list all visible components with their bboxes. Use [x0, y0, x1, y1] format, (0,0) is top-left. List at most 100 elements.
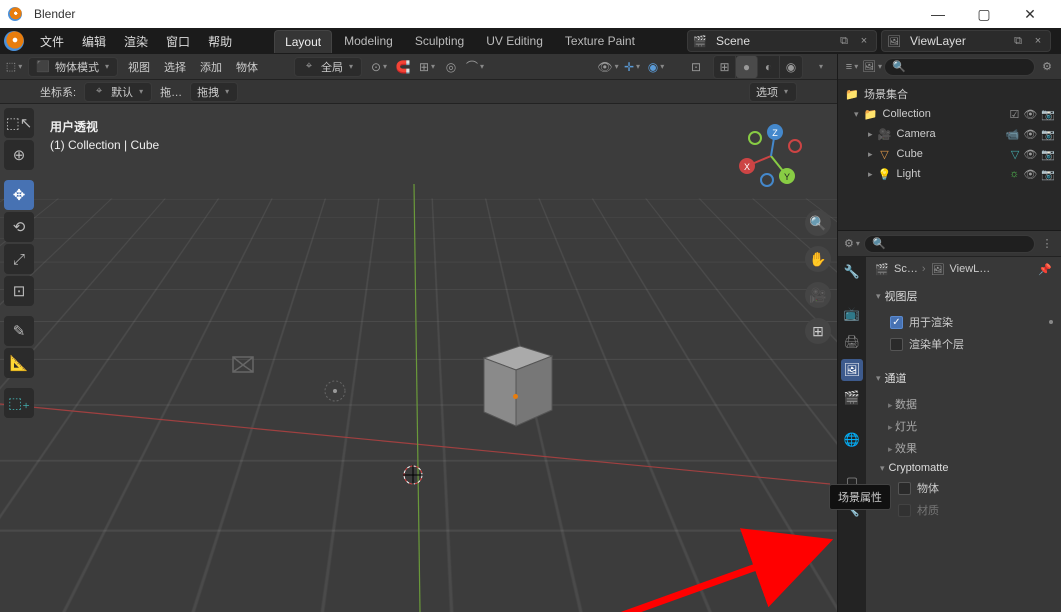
tab-layout[interactable]: Layout [274, 30, 332, 53]
vp-menu-view[interactable]: 视图 [124, 59, 154, 75]
obj-visibility-icon[interactable]: 👁▾ [597, 56, 619, 78]
tool-select-box[interactable]: ⬚↖ [4, 108, 34, 138]
viewlayer-selector[interactable]: 🖼 ⧉ × [881, 30, 1051, 52]
tool-measure[interactable]: 📐 [4, 348, 34, 378]
tree-scene-collection[interactable]: 📁 场景集合 [840, 84, 1059, 104]
sub-effects[interactable]: 效果 [880, 437, 1053, 459]
browse-viewlayer-icon[interactable]: ⧉ [1010, 33, 1026, 49]
checkbox-off-icon[interactable] [898, 504, 911, 517]
menu-render[interactable]: 渲染 [116, 29, 156, 54]
shading-matprev-icon[interactable]: ◐ [758, 56, 780, 78]
eye-icon[interactable]: 👁 [1023, 128, 1037, 141]
close-button[interactable]: ✕ [1007, 0, 1053, 28]
tool-add-cube[interactable]: ⬚₊ [4, 388, 34, 418]
checkbox-off-icon[interactable] [898, 482, 911, 495]
menu-window[interactable]: 窗口 [158, 29, 198, 54]
tab-sculpting[interactable]: Sculpting [405, 30, 474, 52]
ptab-viewlayer[interactable]: 🖼 [841, 359, 863, 381]
eye-icon[interactable]: 👁 [1023, 168, 1037, 181]
viewlayer-name-input[interactable] [906, 32, 1006, 50]
eye-icon[interactable]: 👁 [1023, 108, 1037, 121]
snap-type-icon[interactable]: ⊞▾ [416, 56, 438, 78]
outliner-filter-icon[interactable]: ⚙ [1039, 59, 1055, 75]
zoom-button[interactable]: 🔍 [805, 210, 831, 236]
tool-cursor[interactable]: ⊕ [4, 140, 34, 170]
viewport-3d[interactable]: ⬚↖ ⊕ ✥ ⟲ ⤢ ⊡ ✎ 📐 ⬚₊ 用户透视 (1) Collectio [0, 104, 837, 612]
ptab-scene[interactable]: 🎬 [841, 387, 863, 409]
shading-options-icon[interactable]: ▾ [809, 56, 831, 78]
tree-collection[interactable]: ▾ 📁 Collection ☑ 👁 📷 [840, 104, 1059, 124]
crypto-object-row[interactable]: 物体 [880, 477, 1053, 499]
coord-orient-dropdown[interactable]: ⌖ 默认 ▾ [84, 82, 152, 102]
bc-scene-label[interactable]: Sc… [894, 263, 918, 275]
close-viewlayer-icon[interactable]: × [1030, 33, 1046, 49]
ptab-tool[interactable]: 🔧 [841, 261, 863, 283]
pivot-icon[interactable]: ⊙▾ [368, 56, 390, 78]
orientation-dropdown[interactable]: ⌖ 全局 ▾ [294, 57, 362, 77]
options-dropdown[interactable]: 选项 ▾ [749, 82, 797, 102]
camera-view-button[interactable]: 🎥 [805, 282, 831, 308]
snap-toggle-icon[interactable]: 🧲 [392, 56, 414, 78]
scene-selector[interactable]: 🎬 ⧉ × [687, 30, 877, 52]
vp-menu-add[interactable]: 添加 [196, 59, 226, 75]
persp-ortho-button[interactable]: ⊞ [805, 318, 831, 344]
render-icon[interactable]: 📷 [1041, 128, 1055, 141]
treezwyc-item-cube[interactable]: ▸ ▽ Cube ▽ 👁 📷 [840, 144, 1059, 164]
shading-solid-icon[interactable]: ● [736, 56, 758, 78]
proportional-icon[interactable]: ◎ [440, 56, 462, 78]
tool-transform[interactable]: ⊡ [4, 276, 34, 306]
proportional-type-icon[interactable]: ⌒▾ [464, 56, 486, 78]
crypto-material-row[interactable]: 材质 [880, 499, 1053, 521]
ptab-world[interactable]: 🌐 [841, 429, 863, 451]
ptab-modifier[interactable]: 🔧 [841, 499, 863, 521]
sub-data[interactable]: 数据 [880, 393, 1053, 415]
tool-rotate[interactable]: ⟲ [4, 212, 34, 242]
scene-name-input[interactable] [712, 32, 832, 50]
collection-check-icon[interactable]: ☑ [1009, 108, 1019, 121]
menu-help[interactable]: 帮助 [200, 29, 240, 54]
vp-menu-object[interactable]: 物体 [232, 59, 262, 75]
overlays-toggle-icon[interactable]: ◉▾ [645, 56, 667, 78]
ptab-object[interactable]: ▢ [841, 471, 863, 493]
nav-gizmo[interactable]: X Y Z [735, 120, 807, 192]
render-single-row[interactable]: 渲染单个层 [890, 333, 1053, 355]
render-icon[interactable]: 📷 [1041, 108, 1055, 121]
editor-type-icon[interactable]: ⬚▾ [6, 59, 22, 75]
pin-icon[interactable]: 📌 [1037, 261, 1053, 277]
properties-search[interactable]: 🔍 [864, 235, 1035, 253]
pan-button[interactable]: ✋ [805, 246, 831, 272]
drag-dropdown[interactable]: 拖拽 ▾ [190, 82, 238, 102]
cube-object[interactable] [472, 336, 562, 436]
camera-object[interactable] [228, 352, 258, 381]
ptab-output[interactable]: 🖨 [841, 331, 863, 353]
light-data-icon[interactable]: ☼ [1009, 168, 1019, 181]
tool-scale[interactable]: ⤢ [4, 244, 34, 274]
bc-viewlayer-label[interactable]: ViewL… [950, 263, 991, 275]
maximize-button[interactable]: ▢ [961, 0, 1007, 28]
outliner-display-icon[interactable]: 🖼▾ [864, 59, 880, 75]
checkbox-off-icon[interactable] [890, 338, 903, 351]
close-scene-icon[interactable]: × [856, 33, 872, 49]
sec-cryptomatte-header[interactable]: Cryptomatte [880, 459, 1053, 477]
shading-rendered-icon[interactable]: ◉ [780, 56, 802, 78]
outliner-editor-icon[interactable]: ≡▾ [844, 59, 860, 75]
render-icon[interactable]: 📷 [1041, 168, 1055, 181]
shading-wireframe-icon[interactable]: ⊞ [714, 56, 736, 78]
tab-modeling[interactable]: Modeling [334, 30, 403, 52]
tree-item-light[interactable]: ▸ 💡 Light ☼ 👁 📷 [840, 164, 1059, 184]
menu-edit[interactable]: 编辑 [74, 29, 114, 54]
tool-move[interactable]: ✥ [4, 180, 34, 210]
props-options-icon[interactable]: ⋮ [1039, 236, 1055, 252]
minimize-button[interactable]: — [915, 0, 961, 28]
tree-item-camera[interactable]: ▸ 🎥 Camera 📹 👁 📷 [840, 124, 1059, 144]
tab-uv-editing[interactable]: UV Editing [476, 30, 553, 52]
outliner-tree[interactable]: 📁 场景集合 ▾ 📁 Collection ☑ 👁 📷 [838, 80, 1061, 230]
light-object[interactable] [320, 376, 350, 409]
checkbox-on-icon[interactable]: ✓ [890, 316, 903, 329]
browse-scene-icon[interactable]: ⧉ [836, 33, 852, 49]
use-for-render-row[interactable]: ✓ 用于渲染 [890, 311, 1053, 333]
tab-texture-paint[interactable]: Texture Paint [555, 30, 645, 52]
xray-icon[interactable]: ⊡ [685, 56, 707, 78]
ptab-render[interactable]: 📺 [841, 303, 863, 325]
mode-dropdown[interactable]: ⬛ 物体模式 ▾ [28, 57, 118, 77]
